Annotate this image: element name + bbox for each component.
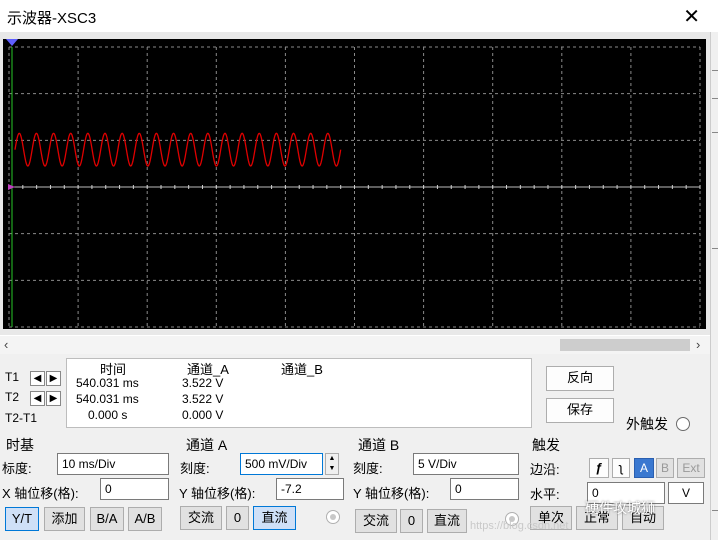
channel-a-radio[interactable] [326,510,340,524]
window-title: 示波器-XSC3 [7,10,97,27]
ext-trigger-label: 外触发 [626,416,668,432]
channel-b-y-offset-label: Y 轴位移(格): [353,486,430,501]
trigger-level-unit[interactable]: V [668,482,704,504]
trigger-edge-label: 边沿: [530,462,560,477]
channel-a-dc-button[interactable]: 直流 [253,506,296,530]
channel-a-zero-button[interactable]: 0 [226,506,249,530]
cursor-controls: T1 ◀ ▶ T2 ◀ ▶ T2-T1 [0,358,65,428]
t2-time-value: 540.031 ms [76,392,139,406]
channel-a-scale-spinner[interactable]: ▲ ▼ [325,453,339,475]
right-edge-strip [710,32,718,540]
t1-left-arrow-icon[interactable]: ◀ [30,371,45,386]
channel-a-group-label: 通道 A [186,437,228,453]
cursor-readout-table: 时间 通道_A 通道_B 540.031 ms 3.522 V 540.031 … [66,358,532,428]
horizontal-scrollbar[interactable]: ‹ › [0,336,710,354]
edge-tick [712,98,718,99]
diff-a-value: 0.000 V [182,408,224,422]
scroll-left-icon[interactable]: ‹ [4,337,8,352]
title-bar: 示波器-XSC3 ✕ [0,0,718,32]
channel-a-scale-input[interactable]: 500 mV/Div [240,453,323,475]
x-offset-label: X 轴位移(格): [2,486,79,501]
mode-ba-button[interactable]: B/A [90,507,124,531]
scope-screen [3,39,706,329]
cursor-t1-marker-icon [6,39,18,46]
t1-a-value: 3.522 V [182,376,224,390]
channel-b-zero-button[interactable]: 0 [400,509,423,533]
trigger-source-a-button[interactable]: A [634,458,654,478]
diff-time-value: 0.000 s [88,408,128,422]
trigger-level-label: 水平: [530,487,560,502]
channel-a-trace [14,132,342,167]
timebase-group-label: 时基 [6,437,34,453]
channel-a-y-offset-label: Y 轴位移(格): [179,486,256,501]
save-button[interactable]: 保存 [546,398,614,423]
watermark-text: 硬件攻城狮 [585,500,655,516]
channel-a-scale-label: 刻度: [180,461,210,476]
col-b-header: 通道_B [281,362,323,377]
channel-b-y-offset-input[interactable]: 0 [450,478,519,500]
t2-a-value: 3.522 V [182,392,224,406]
reverse-button[interactable]: 反向 [546,366,614,391]
x-offset-input[interactable]: 0 [100,478,169,500]
scrollbar-thumb[interactable] [560,339,690,351]
close-icon[interactable]: ✕ [683,4,700,29]
t2-label: T2 [5,390,20,404]
t1-right-arrow-icon[interactable]: ▶ [46,371,61,386]
channel-b-ac-button[interactable]: 交流 [355,509,397,533]
t2-left-arrow-icon[interactable]: ◀ [30,391,45,406]
scroll-right-icon[interactable]: › [696,337,700,352]
falling-edge-icon[interactable]: ʅ [612,458,630,478]
ext-trigger-radio[interactable] [676,417,690,431]
trigger-group-label: 触发 [532,437,560,453]
rising-edge-icon[interactable]: ƒ [589,458,609,478]
timebase-scale-input[interactable]: 10 ms/Div [57,453,169,475]
channel-b-dc-button[interactable]: 直流 [427,509,467,533]
t1-label: T1 [5,370,20,384]
edge-tick [712,132,718,133]
edge-tick [712,248,718,249]
t2-right-arrow-icon[interactable]: ▶ [46,391,61,406]
channel-b-scale-input[interactable]: 5 V/Div [413,453,519,475]
timebase-scale-label: 标度: [2,461,32,476]
trigger-source-b-button[interactable]: B [656,458,674,478]
t2-t1-label: T2-T1 [5,411,38,425]
mode-ab-button[interactable]: A/B [128,507,162,531]
trigger-source-ext-button[interactable]: Ext [677,458,705,478]
channel-a-y-offset-input[interactable]: -7.2 [276,478,344,500]
channel-b-group-label: 通道 B [358,437,400,453]
edge-tick [712,70,718,71]
channel-a-ac-button[interactable]: 交流 [180,506,222,530]
edge-tick [712,510,718,511]
watermark-url: https://blog.csdn.net [470,520,569,532]
mode-yt-button[interactable]: Y/T [5,507,39,531]
t1-time-value: 540.031 ms [76,376,139,390]
mode-add-button[interactable]: 添加 [44,507,85,531]
channel-b-scale-label: 刻度: [353,461,383,476]
scope-plot [6,39,701,328]
